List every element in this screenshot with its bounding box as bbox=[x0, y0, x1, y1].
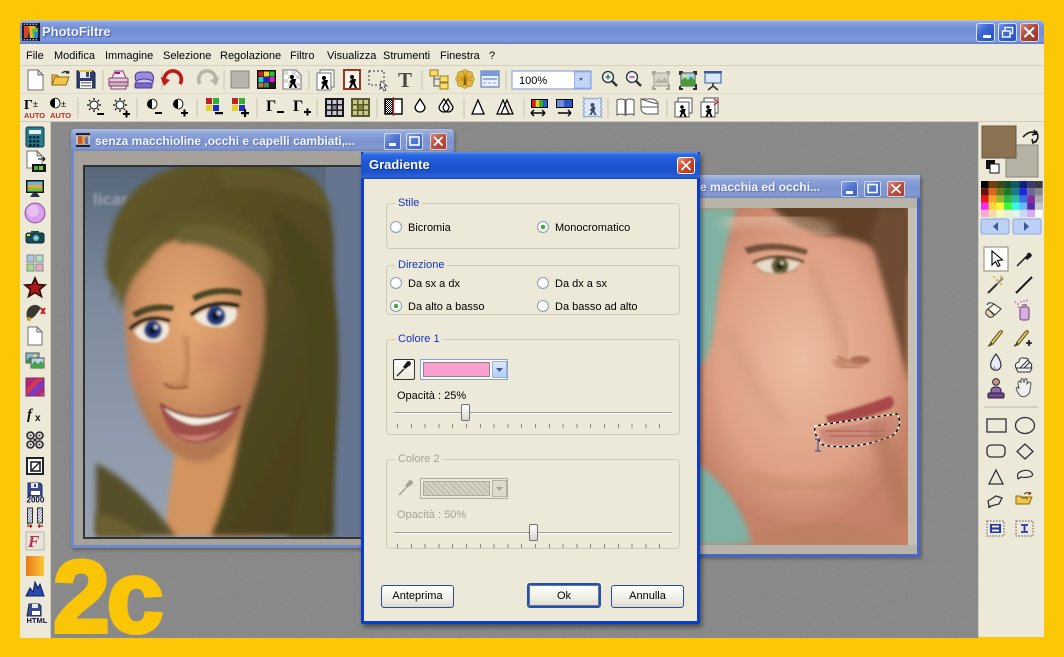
svg-text:Γ: Γ bbox=[293, 98, 303, 115]
svg-text:F: F bbox=[27, 532, 40, 551]
svg-text:x: x bbox=[35, 413, 41, 424]
svg-text:100%: 100% bbox=[519, 75, 547, 87]
svg-text:±: ± bbox=[33, 99, 38, 109]
svg-text:Γ: Γ bbox=[266, 98, 276, 115]
svg-text:AUTO: AUTO bbox=[50, 111, 71, 120]
svg-text:T: T bbox=[398, 68, 412, 92]
svg-text:f: f bbox=[27, 407, 34, 423]
svg-text:AUTO: AUTO bbox=[24, 111, 45, 120]
svg-text:2000: 2000 bbox=[27, 496, 45, 505]
svg-text:±: ± bbox=[61, 99, 66, 109]
svg-text:2c: 2c bbox=[53, 540, 161, 645]
